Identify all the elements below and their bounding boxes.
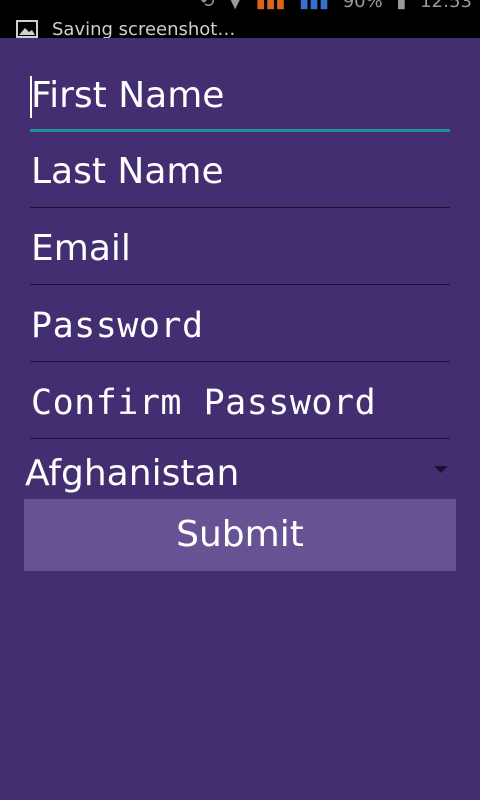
email-underline bbox=[30, 284, 450, 285]
last-name-placeholder[interactable]: Last Name bbox=[31, 150, 224, 194]
password-underline bbox=[30, 361, 450, 362]
signal-icon: ▮▮▮ bbox=[255, 0, 286, 12]
first-name-placeholder[interactable]: First Name bbox=[31, 74, 224, 118]
dropdown-arrow-icon[interactable] bbox=[434, 466, 448, 473]
first-name-field[interactable]: First Name bbox=[30, 56, 450, 132]
confirm-password-placeholder[interactable]: Confirm Password bbox=[31, 381, 376, 425]
battery-text: 90% bbox=[342, 0, 383, 12]
wifi-icon: ▼ bbox=[228, 0, 243, 12]
status-bar: Saving screenshot… ⟲ ▼ ▮▮▮ ▮▮▮ 90% ▮ 12:… bbox=[0, 0, 480, 38]
signal-strength-icon: ▮▮▮ bbox=[299, 0, 329, 12]
registration-form: First Name Last Name Email Password Conf… bbox=[0, 38, 480, 800]
email-placeholder[interactable]: Email bbox=[31, 227, 131, 271]
password-field[interactable]: Password bbox=[30, 286, 450, 362]
image-icon bbox=[16, 20, 38, 38]
country-selected[interactable]: Afghanistan bbox=[25, 452, 239, 496]
confirm-password-underline bbox=[30, 438, 450, 439]
country-spinner[interactable]: Afghanistan bbox=[24, 450, 456, 498]
sync-icon: ⟲ bbox=[199, 0, 215, 12]
last-name-field[interactable]: Last Name bbox=[30, 132, 450, 208]
notification-text: Saving screenshot… bbox=[52, 19, 236, 38]
clock: 12:53 bbox=[420, 0, 472, 12]
confirm-password-field[interactable]: Confirm Password bbox=[30, 363, 450, 439]
submit-button[interactable]: Submit bbox=[24, 499, 456, 571]
password-placeholder[interactable]: Password bbox=[31, 304, 204, 348]
battery-icon: ▮ bbox=[396, 0, 407, 12]
last-name-underline bbox=[30, 207, 450, 208]
system-icons: ⟲ ▼ ▮▮▮ ▮▮▮ 90% ▮ 12:53 bbox=[191, 0, 472, 12]
email-field[interactable]: Email bbox=[30, 209, 450, 285]
